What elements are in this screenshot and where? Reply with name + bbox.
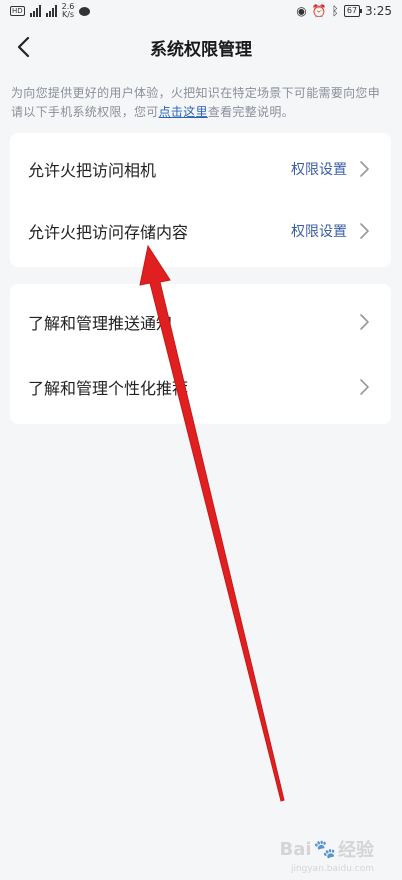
chevron-right-icon bbox=[360, 223, 369, 239]
permission-card: 允许火把访问相机 权限设置 允许火把访问存储内容 权限设置 bbox=[10, 133, 391, 267]
personalized-recommendation-label: 了解和管理个性化推荐 bbox=[28, 378, 189, 398]
network-speed-unit: K/s bbox=[61, 10, 75, 19]
camera-permission-label: 允许火把访问相机 bbox=[28, 161, 157, 180]
manage-card: 了解和管理推送通知 了解和管理个性化推荐 bbox=[10, 284, 391, 424]
storage-permission-label: 允许火把访问存储内容 bbox=[28, 223, 189, 242]
bluetooth-icon: ᛒ bbox=[331, 4, 339, 18]
watermark-text: Bai bbox=[279, 838, 312, 860]
message-icon bbox=[79, 6, 91, 16]
annotation-arrow bbox=[139, 244, 285, 802]
status-right: ◉ ⏰ ᛒ 67 3:25 bbox=[296, 4, 392, 18]
hd-icon: HD bbox=[10, 6, 25, 16]
page-title: 系统权限管理 bbox=[150, 39, 252, 60]
watermark-sub: jingyan.baidu.com bbox=[290, 864, 374, 874]
app-header: 系统权限管理 bbox=[0, 22, 402, 72]
signal-icon bbox=[29, 5, 41, 17]
eye-icon: ◉ bbox=[296, 4, 307, 18]
watermark-brand: 经验 bbox=[338, 840, 374, 861]
details-link[interactable]: 点击这里 bbox=[159, 105, 208, 119]
watermark: Bai 🐾 经验 jingyan.baidu.com bbox=[279, 836, 374, 875]
clock: 3:25 bbox=[365, 4, 392, 18]
alarm-icon: ⏰ bbox=[311, 4, 327, 18]
network-speed: 2.6 K/s bbox=[62, 3, 75, 19]
storage-permission-row[interactable]: 允许火把访问存储内容 权限设置 bbox=[10, 200, 391, 262]
paw-icon: 🐾 bbox=[313, 838, 336, 860]
chevron-left-icon bbox=[17, 36, 30, 58]
storage-permission-settings[interactable]: 权限设置 bbox=[291, 221, 347, 241]
back-button[interactable] bbox=[8, 32, 38, 62]
push-notification-row[interactable]: 了解和管理推送通知 bbox=[10, 289, 391, 354]
intro-text-after: 查看完整说明。 bbox=[207, 105, 294, 119]
intro-text: 为向您提供更好的用户体验，火把知识在特定场景下可能需要向您申请以下手机系统权限，… bbox=[11, 84, 391, 122]
personalized-recommendation-row[interactable]: 了解和管理个性化推荐 bbox=[10, 354, 391, 419]
camera-permission-row[interactable]: 允许火把访问相机 权限设置 bbox=[10, 138, 391, 200]
chevron-right-icon bbox=[360, 161, 369, 177]
chevron-right-icon bbox=[360, 378, 369, 395]
status-bar: HD 2.6 K/s ◉ ⏰ ᛒ 67 3:25 bbox=[0, 0, 402, 22]
status-left: HD 2.6 K/s bbox=[10, 3, 91, 19]
battery-level: 67 bbox=[346, 6, 358, 15]
chevron-right-icon bbox=[360, 313, 369, 330]
signal-icon-2 bbox=[45, 5, 57, 17]
camera-permission-settings[interactable]: 权限设置 bbox=[291, 159, 347, 179]
push-notification-label: 了解和管理推送通知 bbox=[28, 313, 173, 333]
battery-icon: 67 bbox=[343, 5, 363, 17]
